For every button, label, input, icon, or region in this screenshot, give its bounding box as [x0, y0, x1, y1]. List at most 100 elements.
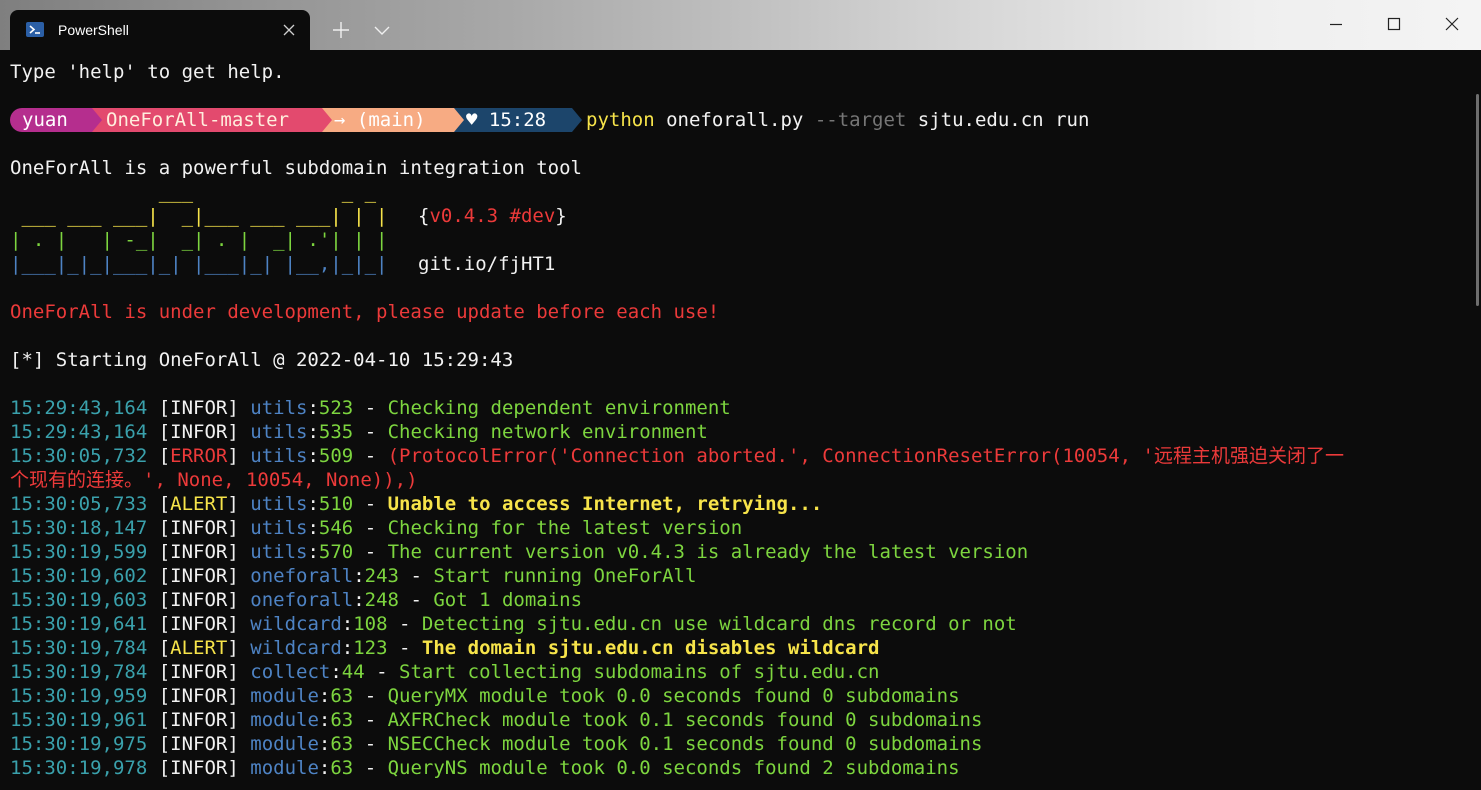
new-tab-icon[interactable] — [331, 20, 351, 40]
maximize-icon[interactable] — [1386, 16, 1402, 32]
tagline: OneForAll is a powerful subdomain integr… — [10, 157, 582, 179]
log-bracket: ] — [227, 565, 251, 587]
log-bracket: [ — [147, 493, 171, 515]
log-separator: : — [341, 613, 354, 635]
log-timestamp: 15:30:19,975 — [10, 733, 148, 755]
log-timestamp: 15:30:18,147 — [10, 517, 148, 539]
log-line: 15:30:19,959 [INFOR] module:63 - QueryMX… — [10, 684, 960, 708]
log-separator: - — [353, 517, 388, 539]
log-timestamp: 15:30:19,978 — [10, 757, 148, 779]
repo-link: git.io/fjHT1 — [418, 253, 556, 275]
banner-art: |___|_|_|___|_| |___|_| |__,|_|_| — [10, 253, 388, 275]
log-bracket: [ — [147, 565, 171, 587]
banner-art: | . | | -_| _| . | _| .'| | | — [10, 229, 388, 251]
help-line: Type 'help' to get help. — [10, 61, 285, 83]
log-line: 15:30:19,603 [INFOR] oneforall:248 - Got… — [10, 588, 582, 612]
prompt-user: yuan — [10, 108, 92, 132]
log-bracket: [ — [147, 613, 171, 635]
log-line: 15:30:19,961 [INFOR] module:63 - AXFRChe… — [10, 708, 982, 732]
log-message: The current version v0.4.3 is already th… — [387, 541, 1029, 563]
log-line-number: 63 — [330, 757, 354, 779]
log-line: 15:29:43,164 [INFOR] utils:523 - Checkin… — [10, 396, 731, 420]
log-bracket: ] — [227, 613, 251, 635]
log-line-number: 523 — [318, 397, 354, 419]
log-line: 15:30:19,975 [INFOR] module:63 - NSECChe… — [10, 732, 982, 756]
log-bracket: ] — [227, 397, 251, 419]
powerline-arrow — [322, 108, 332, 132]
log-bracket: ] — [227, 733, 251, 755]
dev-warning: OneForAll is under development, please u… — [10, 301, 720, 323]
log-level: INFOR — [170, 565, 228, 587]
log-bracket: [ — [147, 517, 171, 539]
log-level: INFOR — [170, 661, 228, 683]
log-separator: : — [307, 421, 319, 443]
minimize-icon[interactable] — [1328, 16, 1344, 32]
log-timestamp: 15:30:19,602 — [10, 565, 148, 587]
log-bracket: ] — [227, 637, 251, 659]
log-message: Checking for the latest version — [387, 517, 743, 539]
command-action: run — [1055, 109, 1090, 131]
log-separator: - — [353, 733, 388, 755]
log-separator: : — [353, 565, 365, 587]
log-line-number: 510 — [318, 493, 354, 515]
log-line: 15:30:05,733 [ALERT] utils:510 - Unable … — [10, 492, 822, 516]
log-separator: - — [399, 565, 434, 587]
log-message: (ProtocolError('Connection aborted.', Co… — [387, 445, 1344, 467]
log-bracket: ] — [227, 709, 251, 731]
log-message: The domain sjtu.edu.cn disables wildcard — [421, 637, 880, 659]
tab-powershell[interactable]: PowerShell — [10, 10, 310, 50]
log-bracket: [ — [147, 685, 171, 707]
log-line: 15:30:19,784 [INFOR] collect:44 - Start … — [10, 660, 879, 684]
log-line-number: 63 — [330, 709, 354, 731]
log-separator: - — [353, 757, 388, 779]
log-line-number: 535 — [318, 421, 354, 443]
scrollbar[interactable] — [1476, 94, 1479, 306]
log-separator: : — [307, 397, 319, 419]
close-icon[interactable] — [1444, 16, 1460, 32]
log-separator: : — [307, 445, 319, 467]
log-separator: : — [318, 733, 331, 755]
log-line-number: 123 — [353, 637, 388, 659]
log-separator: - — [353, 421, 388, 443]
log-separator: - — [353, 685, 388, 707]
chevron-down-icon[interactable] — [373, 22, 391, 36]
start-line: [*] Starting OneForAll @ 2022-04-10 15:2… — [10, 349, 514, 371]
log-message: Start running OneForAll — [433, 565, 697, 587]
log-separator: - — [353, 445, 388, 467]
log-separator: - — [353, 541, 388, 563]
log-level: ERROR — [170, 445, 228, 467]
log-level: INFOR — [170, 421, 228, 443]
log-separator: : — [307, 493, 319, 515]
log-module: utils — [250, 421, 308, 443]
log-line-number: 509 — [318, 445, 354, 467]
log-bracket: ] — [227, 757, 251, 779]
log-message: QueryNS module took 0.0 seconds found 2 … — [387, 757, 960, 779]
log-bracket: [ — [147, 709, 171, 731]
log-line-number: 63 — [330, 733, 354, 755]
log-timestamp: 15:30:19,641 — [10, 613, 148, 635]
log-bracket: [ — [147, 661, 171, 683]
log-timestamp: 15:30:19,959 — [10, 685, 148, 707]
log-bracket: ] — [227, 661, 251, 683]
log-line-number: 108 — [353, 613, 388, 635]
terminal-output[interactable]: Type 'help' to get help. yuan OneForAll-… — [0, 50, 1481, 790]
log-line: 15:29:43,164 [INFOR] utils:535 - Checkin… — [10, 420, 708, 444]
log-line: 15:30:19,784 [ALERT] wildcard:123 - The … — [10, 636, 879, 660]
log-separator: : — [307, 517, 319, 539]
powerline-arrow — [454, 108, 464, 132]
log-bracket: ] — [227, 445, 251, 467]
version-text: v0.4.3 #dev — [429, 205, 556, 227]
tab-title: PowerShell — [58, 22, 129, 38]
log-message: NSECCheck module took 0.1 seconds found … — [387, 733, 983, 755]
log-module: wildcard — [250, 637, 342, 659]
log-bracket: [ — [147, 733, 171, 755]
log-level: INFOR — [170, 757, 228, 779]
log-separator: - — [399, 589, 434, 611]
log-level: INFOR — [170, 397, 228, 419]
command-program: python — [586, 109, 655, 131]
log-message: Unable to access Internet, retrying... — [387, 493, 823, 515]
log-module: module — [250, 733, 319, 755]
tab-close-icon[interactable] — [282, 23, 296, 37]
log-bracket: [ — [147, 397, 171, 419]
prompt-git-branch: → (main) — [322, 108, 454, 132]
